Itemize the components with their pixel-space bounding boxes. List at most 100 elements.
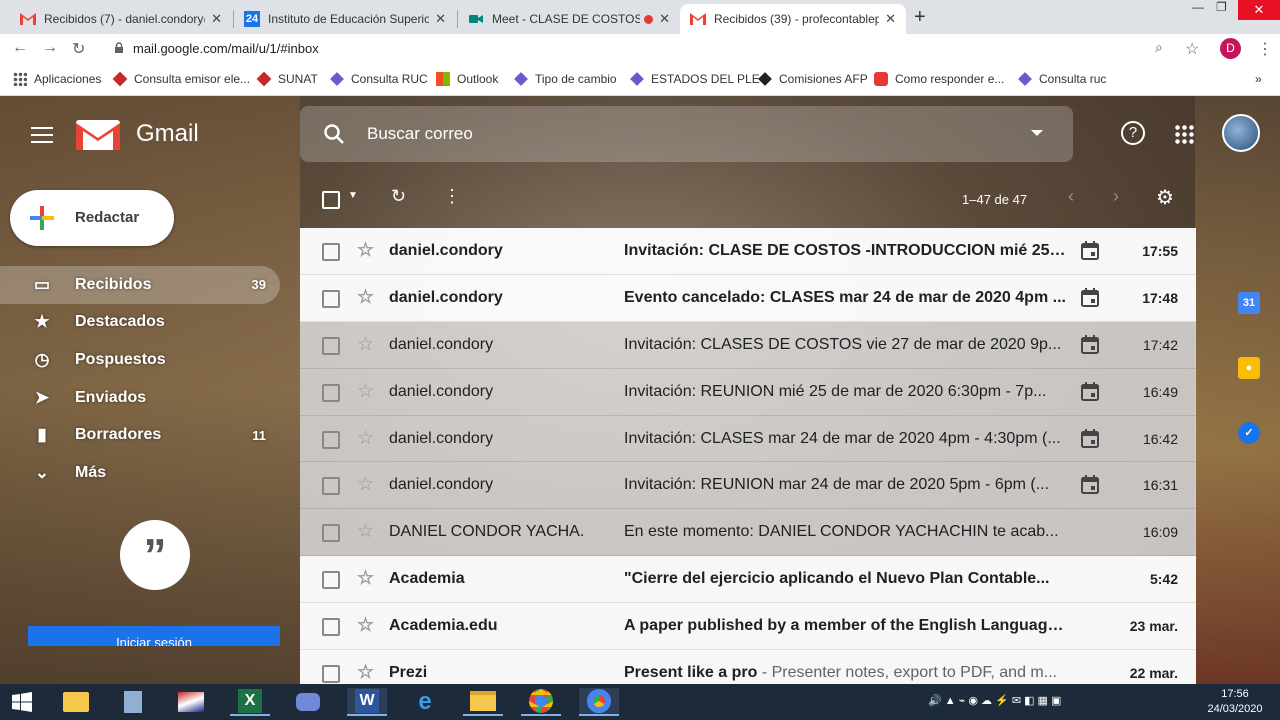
bookmark-comisiones-afp[interactable]: Comisiones AFP — [758, 72, 868, 86]
email-checkbox[interactable] — [322, 571, 340, 590]
account-avatar[interactable] — [1222, 114, 1260, 152]
bookmark-consulta-ruc-2[interactable]: Consulta ruc — [1018, 72, 1106, 86]
app-icon[interactable] — [171, 688, 211, 716]
nav-mas[interactable]: ⌄ Más — [0, 454, 280, 492]
maximize-button[interactable]: ❐ — [1216, 0, 1227, 20]
zoom-icon[interactable]: ⌕ — [1155, 39, 1163, 56]
chrome-profile-icon[interactable] — [579, 688, 619, 716]
calendar-icon[interactable] — [1081, 428, 1099, 448]
tab-gmail-1[interactable]: Recibidos (7) - daniel.condory@ ✕ — [10, 4, 232, 34]
settings-gear-icon[interactable]: ⚙ — [1156, 185, 1174, 210]
email-row[interactable]: ☆ DANIEL CONDOR YACHA. En este momento: DA… — [300, 509, 1196, 557]
bookmark-tipo-cambio[interactable]: Tipo de cambio — [514, 72, 617, 86]
email-checkbox[interactable] — [322, 383, 340, 402]
star-icon[interactable]: ☆ — [357, 614, 374, 637]
calendar-app-icon[interactable]: 31 — [1238, 292, 1260, 314]
start-icon[interactable] — [2, 688, 42, 716]
email-checkbox[interactable] — [322, 243, 340, 261]
select-caret-icon[interactable]: ▼ — [348, 190, 358, 201]
reload-icon[interactable]: ↻ — [72, 39, 85, 59]
more-bookmarks-icon[interactable]: » — [1255, 72, 1262, 86]
email-row[interactable]: ☆ Academia "Cierre del ejercicio aplicando… — [300, 556, 1196, 604]
calendar-icon[interactable] — [1081, 241, 1099, 260]
system-tray[interactable]: 🔊 ▲ ⌁ ◉ ☁ ⚡ ✉ ◧ ▦ ▣ — [928, 694, 1061, 707]
email-row[interactable]: ☆ daniel.condory Invitación: CLASES mar 24… — [300, 415, 1196, 463]
keep-app-icon[interactable]: ● — [1238, 357, 1260, 379]
email-checkbox[interactable] — [322, 477, 340, 496]
calendar-icon[interactable] — [1081, 334, 1099, 354]
email-checkbox[interactable] — [322, 430, 340, 449]
edge-icon[interactable]: e — [405, 688, 445, 716]
close-icon[interactable]: ✕ — [211, 11, 222, 27]
forward-arrow-icon[interactable]: → — [42, 39, 58, 57]
email-row[interactable]: ☆ daniel.condory Invitación: REUNION mar 2… — [300, 462, 1196, 510]
email-checkbox[interactable] — [322, 336, 340, 355]
explorer-icon[interactable] — [463, 688, 503, 716]
main-menu-icon[interactable] — [31, 127, 53, 148]
bookmark-sunat[interactable]: SUNAT — [256, 71, 318, 87]
bookmark-aplicaciones[interactable]: Aplicaciones — [13, 72, 101, 86]
star-icon[interactable]: ☆ — [357, 239, 374, 262]
calendar-icon[interactable] — [1081, 475, 1099, 495]
star-icon[interactable]: ☆ — [357, 520, 374, 543]
calendar-icon[interactable] — [1081, 381, 1099, 401]
nav-enviados[interactable]: ➤ Enviados — [0, 379, 280, 417]
minimize-button[interactable]: — — [1192, 0, 1204, 20]
more-vert-icon[interactable]: ⋮ — [443, 186, 461, 207]
close-window-button[interactable]: ✕ — [1238, 0, 1280, 20]
refresh-icon[interactable]: ↻ — [391, 186, 406, 207]
bookmark-star-icon[interactable]: ☆ — [1185, 39, 1199, 59]
close-icon[interactable]: ✕ — [659, 11, 670, 27]
next-page-icon[interactable]: › — [1113, 186, 1119, 207]
email-row[interactable]: ☆ Academia.edu A paper published by a memb… — [300, 603, 1196, 651]
help-icon[interactable]: ? — [1121, 121, 1145, 145]
tab-gmail-active[interactable]: Recibidos (39) - profecontablep ✕ — [680, 4, 906, 34]
nav-pospuestos[interactable]: ◷ Pospuestos — [0, 341, 280, 379]
star-icon[interactable]: ☆ — [357, 473, 374, 496]
bookmark-estados-ple[interactable]: ESTADOS DEL PLE — [630, 72, 760, 86]
excel-icon[interactable]: X — [230, 688, 270, 716]
back-arrow-icon[interactable]: ← — [12, 39, 28, 57]
star-icon[interactable]: ☆ — [357, 333, 374, 356]
search-input[interactable]: Buscar correo — [367, 124, 473, 144]
search-bar[interactable]: Buscar correo — [300, 106, 1073, 162]
new-tab-button[interactable]: + — [914, 6, 926, 29]
hangouts-quote-icon[interactable]: ” — [120, 520, 190, 590]
taskbar-clock[interactable]: 17:56 24/03/2020 — [1200, 687, 1270, 717]
apps-grid-icon[interactable] — [1174, 124, 1194, 144]
menu-dots-icon[interactable]: ⋮ — [1257, 39, 1273, 59]
url-text[interactable]: mail.google.com/mail/u/1/#inbox — [133, 41, 319, 56]
tasks-app-icon[interactable]: ✓ — [1238, 422, 1260, 444]
bookmark-outlook[interactable]: Outlook — [436, 72, 498, 86]
search-icon[interactable] — [322, 122, 346, 146]
email-row[interactable]: ☆ daniel.condory Evento cancelado: CLASES … — [300, 274, 1196, 322]
nav-destacados[interactable]: ★ Destacados — [0, 304, 280, 342]
nav-recibidos[interactable]: ▭ Recibidos 39 — [0, 266, 280, 304]
email-row[interactable]: ☆ Prezi Present like a pro - Presenter not… — [300, 650, 1196, 684]
email-checkbox[interactable] — [322, 289, 340, 308]
email-checkbox[interactable] — [322, 665, 340, 684]
bookmark-consulta-emisor[interactable]: Consulta emisor ele... — [112, 71, 250, 87]
star-icon[interactable]: ☆ — [357, 567, 374, 590]
prev-page-icon[interactable]: ‹ — [1068, 186, 1074, 207]
close-icon[interactable]: ✕ — [885, 11, 896, 27]
star-icon[interactable]: ☆ — [357, 286, 374, 309]
select-all-checkbox[interactable] — [322, 191, 340, 209]
chrome-icon[interactable] — [521, 688, 561, 716]
word-icon[interactable]: W — [347, 688, 387, 716]
star-icon[interactable]: ☆ — [357, 661, 374, 684]
close-icon[interactable]: ✕ — [435, 11, 446, 27]
email-checkbox[interactable] — [322, 524, 340, 543]
nav-borradores[interactable]: ▮ Borradores 11 — [0, 416, 280, 454]
email-row[interactable]: ☆ daniel.condory Invitación: CLASES DE COS… — [300, 321, 1196, 369]
discord-icon[interactable] — [288, 688, 328, 716]
email-row[interactable]: ☆ daniel.condory Invitación: CLASE DE COST… — [300, 228, 1196, 275]
calendar-icon[interactable] — [1081, 287, 1099, 307]
email-checkbox[interactable] — [322, 618, 340, 637]
search-options-icon[interactable] — [1031, 130, 1043, 136]
compose-button[interactable]: Redactar — [10, 190, 174, 246]
tab-instituto[interactable]: 24 Instituto de Educación Superior T ✕ — [234, 4, 456, 34]
tab-meet[interactable]: Meet - CLASE DE COSTOS - ✕ — [458, 4, 680, 34]
profile-avatar[interactable]: D — [1220, 38, 1241, 59]
folder-icon[interactable] — [56, 688, 96, 716]
